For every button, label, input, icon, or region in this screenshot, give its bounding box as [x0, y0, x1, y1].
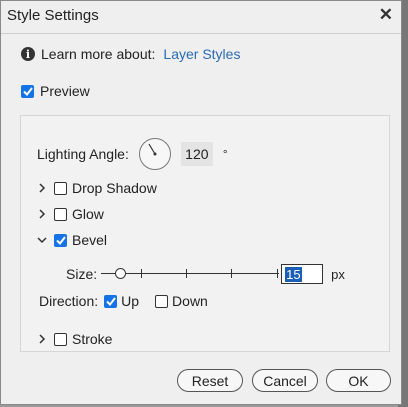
size-slider[interactable]: [101, 266, 280, 282]
direction-label: Direction:: [39, 293, 99, 309]
bevel-size-row: Size: 15 px: [66, 264, 345, 284]
stroke-checkbox[interactable]: [54, 332, 67, 346]
size-input[interactable]: 15: [281, 264, 324, 284]
lighting-angle-label: Lighting Angle:: [37, 146, 129, 162]
chevron-right-icon[interactable]: [36, 182, 48, 194]
preview-checkbox[interactable]: [21, 84, 34, 98]
effect-stroke: Stroke: [36, 331, 112, 347]
up-label: Up: [121, 293, 140, 309]
preview-label: Preview: [40, 83, 90, 99]
bevel-label: Bevel: [72, 232, 108, 248]
angle-input[interactable]: 120: [180, 142, 213, 166]
ok-button[interactable]: OK: [326, 369, 391, 392]
layer-styles-link[interactable]: Layer Styles: [163, 46, 240, 62]
effect-drop-shadow: Drop Shadow: [36, 180, 157, 196]
chevron-right-icon[interactable]: [36, 208, 48, 220]
effects-panel: Lighting Angle: 120 ° Drop Shadow Glow B…: [20, 115, 390, 352]
lighting-angle-row: Lighting Angle: 120 °: [37, 138, 228, 170]
bevel-direction-row: Direction: Up Down: [39, 293, 208, 309]
drop-shadow-label: Drop Shadow: [72, 180, 157, 196]
close-icon[interactable]: ✕: [379, 5, 393, 25]
slider-tick: [277, 269, 279, 278]
chevron-right-icon[interactable]: [36, 333, 48, 345]
cancel-button[interactable]: Cancel: [252, 369, 318, 392]
slider-thumb[interactable]: [115, 268, 127, 279]
down-label: Down: [172, 293, 208, 309]
up-checkbox[interactable]: [104, 294, 118, 308]
size-unit: px: [331, 266, 345, 282]
stroke-label: Stroke: [72, 331, 113, 347]
learn-more-row: i Learn more about: Layer Styles: [21, 44, 240, 64]
down-checkbox[interactable]: [155, 294, 169, 308]
slider-tick: [231, 269, 233, 278]
glow-label: Glow: [72, 206, 104, 222]
style-settings-dialog: Style Settings ✕ i Learn more about: Lay…: [0, 0, 402, 405]
slider-tick: [141, 269, 143, 278]
chevron-down-icon[interactable]: [36, 234, 48, 246]
glow-checkbox[interactable]: [54, 207, 67, 221]
preview-row[interactable]: Preview: [21, 83, 90, 99]
reset-button[interactable]: Reset: [177, 369, 243, 392]
size-label: Size:: [66, 266, 98, 282]
angle-dial[interactable]: [138, 138, 171, 170]
effect-glow: Glow: [36, 206, 104, 222]
size-value: 15: [285, 266, 302, 282]
learn-more-label: Learn more about:: [41, 46, 156, 62]
drop-shadow-checkbox[interactable]: [54, 181, 67, 195]
bevel-checkbox[interactable]: [54, 233, 67, 247]
effect-bevel: Bevel: [36, 232, 107, 248]
slider-track: [101, 273, 280, 274]
slider-tick: [186, 269, 188, 278]
degree-unit: °: [222, 147, 228, 161]
dialog-title: Style Settings: [7, 7, 99, 24]
info-icon: i: [21, 47, 35, 61]
title-bar: Style Settings ✕: [1, 1, 401, 34]
